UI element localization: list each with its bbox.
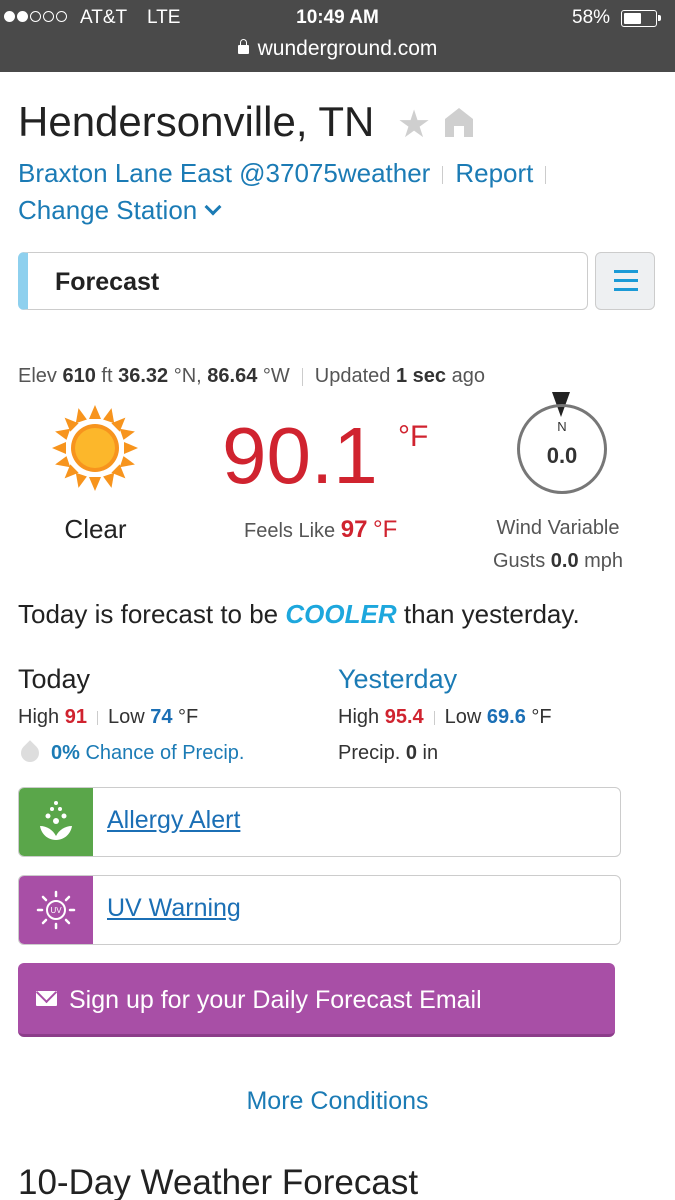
- wind-compass: N 0.0: [517, 404, 607, 494]
- wind-speed: 0.0: [546, 443, 578, 468]
- station-link[interactable]: Braxton Lane East @37075weather: [18, 158, 430, 188]
- url-text: wunderground.com: [257, 37, 438, 60]
- menu-button[interactable]: [595, 252, 655, 310]
- envelope-icon: [36, 991, 57, 1006]
- divider: [301, 367, 303, 386]
- divider: [442, 166, 444, 185]
- chevron-down-icon: [204, 198, 222, 216]
- condition-label: Clear: [64, 514, 127, 544]
- divider: [545, 166, 547, 185]
- temperature-unit: °F: [398, 420, 429, 453]
- svg-text:UV: UV: [50, 906, 62, 915]
- view-select-value: Forecast: [55, 268, 160, 296]
- forecast-comparison: Today is forecast to be COOLER than yest…: [18, 599, 580, 629]
- uv-warning-card[interactable]: UV UV Warning: [18, 875, 621, 945]
- view-select[interactable]: Forecast: [18, 252, 588, 310]
- today-precip-chance: 0% Chance of Precip.: [17, 740, 244, 766]
- more-conditions-link[interactable]: More Conditions: [0, 1087, 675, 1116]
- report-link[interactable]: Report: [455, 158, 533, 188]
- signup-label: Sign up for your Daily Forecast Email: [69, 986, 482, 1014]
- yesterday-high-low: High 95.4 Low 69.6 °F: [338, 706, 552, 728]
- feels-like: Feels Like 97 °F: [244, 516, 398, 543]
- uv-icon: UV: [19, 876, 93, 944]
- battery-icon: [621, 10, 661, 27]
- hamburger-icon: [614, 270, 638, 273]
- page-title: Hendersonville, TN: [18, 98, 375, 145]
- url-bar[interactable]: wunderground.com: [0, 37, 675, 61]
- sun-icon: [52, 405, 138, 491]
- raindrop-icon: [17, 740, 43, 766]
- today-heading: Today: [18, 664, 91, 694]
- favorite-star-icon[interactable]: ★: [397, 102, 431, 147]
- allergy-icon: [19, 788, 93, 856]
- lock-icon: [237, 39, 249, 54]
- browser-top-bar: AT&T LTE 10:49 AM 58% wunderground.com: [0, 0, 675, 72]
- wind-gusts: Gusts 0.0 mph: [492, 550, 624, 572]
- battery-percent: 58%: [572, 7, 611, 28]
- uv-warning-label[interactable]: UV Warning: [107, 894, 241, 923]
- wind-description: Wind Variable: [496, 517, 620, 539]
- ten-day-forecast-heading: 10-Day Weather Forecast: [18, 1163, 419, 1200]
- station-links: Braxton Lane East @37075weather Report: [18, 158, 558, 189]
- today-high-low: High 91 Low 74 °F: [18, 706, 199, 728]
- change-station-link[interactable]: Change Station: [18, 195, 222, 226]
- allergy-alert-label[interactable]: Allergy Alert: [107, 806, 240, 835]
- allergy-alert-card[interactable]: Allergy Alert: [18, 787, 621, 857]
- yesterday-precip: Precip. 0 in: [338, 742, 439, 764]
- status-bar: AT&T LTE 10:49 AM 58%: [0, 7, 675, 31]
- yesterday-link[interactable]: Yesterday: [338, 664, 457, 695]
- home-icon[interactable]: [443, 106, 475, 138]
- daily-email-signup-button[interactable]: Sign up for your Daily Forecast Email: [18, 963, 615, 1037]
- compass-direction: N: [557, 419, 567, 434]
- current-temperature: 90.1: [222, 411, 378, 500]
- change-station-label: Change Station: [18, 195, 198, 225]
- station-info: Elev 610 ft 36.32 °N, 86.64 °W Updated 1 …: [18, 365, 485, 387]
